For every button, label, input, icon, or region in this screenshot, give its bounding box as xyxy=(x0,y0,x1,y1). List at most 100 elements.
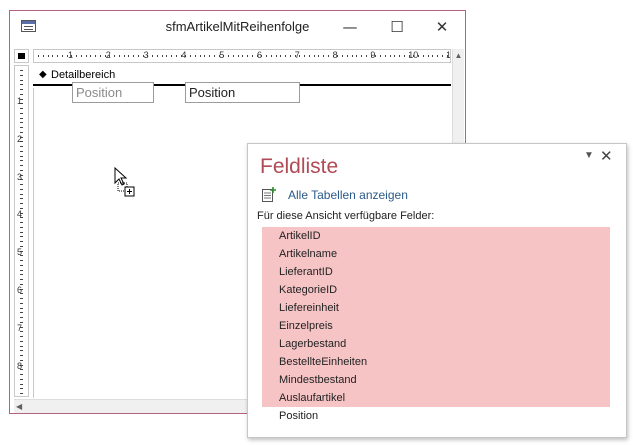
title-bar[interactable]: sfmArtikelMitReihenfolge — ☐ ✕ xyxy=(10,11,465,43)
ruler-tick xyxy=(20,203,23,204)
ruler-tick xyxy=(95,55,96,57)
ruler-number: 4 xyxy=(181,50,187,60)
ruler-tick xyxy=(20,274,23,276)
ruler-tick xyxy=(20,260,23,261)
scroll-left-icon[interactable]: ◀ xyxy=(16,400,22,414)
field-item[interactable]: Liefereinheit xyxy=(262,299,610,317)
ruler-tick xyxy=(365,55,367,57)
maximize-button[interactable]: ☐ xyxy=(382,15,412,39)
field-item[interactable]: Artikelname xyxy=(262,245,610,263)
ruler-tick xyxy=(275,55,277,57)
close-button[interactable]: ✕ xyxy=(427,15,457,39)
ruler-tick xyxy=(247,55,248,57)
ruler-tick xyxy=(20,160,23,162)
ruler-tick xyxy=(20,79,23,81)
ruler-tick xyxy=(308,55,310,57)
ruler-tick xyxy=(20,84,23,86)
ruler-tick xyxy=(175,55,177,57)
ruler-tick xyxy=(61,55,63,57)
ruler-tick xyxy=(161,55,163,57)
ruler-number: 1 xyxy=(17,96,23,106)
ruler-tick xyxy=(20,269,23,271)
ruler-tick xyxy=(20,165,23,166)
ruler-tick xyxy=(20,122,23,124)
ruler-tick xyxy=(318,55,320,57)
ruler-tick xyxy=(289,55,291,57)
ruler-tick xyxy=(251,55,253,57)
pane-options-icon[interactable]: ▼ xyxy=(584,150,594,161)
ruler-number: 7 xyxy=(294,50,300,60)
ruler-tick xyxy=(304,55,305,57)
ruler-tick xyxy=(47,55,49,57)
ruler-tick xyxy=(399,55,400,57)
field-item[interactable]: LieferantID xyxy=(262,263,610,281)
field-list: ArtikelID Artikelname LieferantID Kategorie… xyxy=(262,227,610,425)
ruler-tick xyxy=(389,55,391,57)
ruler-number: 8 xyxy=(17,360,23,371)
ruler-tick xyxy=(20,231,23,233)
section-collapse-icon: ◆ xyxy=(39,69,47,80)
ruler-number: 5 xyxy=(17,247,23,258)
ruler-number: 8 xyxy=(332,50,338,60)
field-item[interactable]: Auslaufartikel xyxy=(262,389,610,407)
minimize-button[interactable]: — xyxy=(335,15,365,39)
ruler-tick xyxy=(280,55,282,57)
ruler-tick xyxy=(441,55,443,57)
field-item[interactable]: Mindestbestand xyxy=(262,371,610,389)
ruler-tick xyxy=(237,55,239,57)
ruler-tick xyxy=(209,55,210,57)
ruler-tick xyxy=(90,55,92,57)
ruler-number: 3 xyxy=(17,171,23,182)
ruler-tick xyxy=(20,355,23,356)
ruler-tick xyxy=(20,117,23,119)
ruler-tick xyxy=(380,55,381,57)
ruler-tick xyxy=(20,155,23,157)
field-list-pane: Feldliste ▼ ✕ Alle Tabellen anzeigen Für… xyxy=(247,143,627,438)
ruler-tick xyxy=(266,55,267,57)
ruler-tick xyxy=(20,226,23,228)
ruler-tick xyxy=(20,112,23,114)
ruler-tick xyxy=(133,55,134,57)
ruler-tick xyxy=(361,55,362,57)
ruler-tick xyxy=(213,55,215,57)
pane-title: Feldliste xyxy=(260,155,339,178)
horizontal-ruler[interactable]: 1 2 3 4 5 6 7 8 9 10 11 xyxy=(33,49,451,63)
ruler-tick xyxy=(20,131,23,133)
pane-close-icon[interactable]: ✕ xyxy=(600,147,613,165)
ruler-tick xyxy=(20,108,23,109)
ruler-tick xyxy=(20,222,23,223)
ruler-tick xyxy=(270,55,272,57)
ruler-tick xyxy=(20,198,23,200)
field-item[interactable]: Einzelpreis xyxy=(262,317,610,335)
ruler-number: 2 xyxy=(17,133,23,144)
position-textbox-control[interactable]: Position xyxy=(185,82,300,103)
ruler-tick xyxy=(38,55,39,57)
ruler-tick xyxy=(20,184,23,185)
field-item[interactable]: ArtikelID xyxy=(262,227,610,245)
show-all-tables-link[interactable]: Alle Tabellen anzeigen xyxy=(288,188,408,202)
ruler-tick xyxy=(20,264,23,266)
field-item[interactable]: Position xyxy=(262,407,610,425)
vertical-ruler[interactable]: 1 2 3 4 5 6 7 8 xyxy=(14,65,29,397)
ruler-tick xyxy=(346,55,348,57)
field-item[interactable]: Lagerbestand xyxy=(262,335,610,353)
ruler-tick xyxy=(20,70,23,71)
ruler-tick xyxy=(20,350,23,352)
ruler-number: 4 xyxy=(17,209,23,220)
position-label-control[interactable]: Position xyxy=(72,82,154,103)
field-item[interactable]: KategorieID xyxy=(262,281,610,299)
ruler-tick xyxy=(20,241,23,242)
ruler-tick xyxy=(85,55,87,57)
show-tables-icon[interactable] xyxy=(262,187,276,202)
ruler-tick xyxy=(20,336,23,337)
ruler-tick xyxy=(394,55,396,57)
ruler-tick xyxy=(152,55,153,57)
ruler-tick xyxy=(166,55,168,57)
form-selector[interactable] xyxy=(14,49,29,63)
ruler-tick xyxy=(242,55,244,57)
ruler-tick xyxy=(190,55,191,57)
scroll-up-icon[interactable]: ▲ xyxy=(453,49,464,63)
field-item[interactable]: BestellteEinheiten xyxy=(262,353,610,371)
available-fields-label: Für diese Ansicht verfügbare Felder: xyxy=(257,210,435,222)
ruler-tick xyxy=(20,74,23,76)
